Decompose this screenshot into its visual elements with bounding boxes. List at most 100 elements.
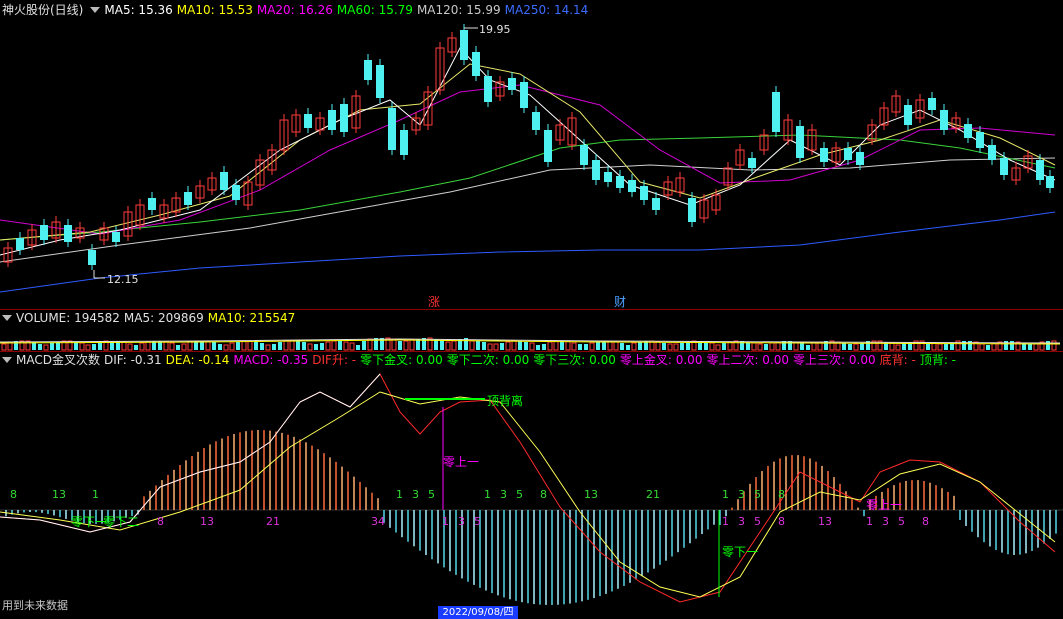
ma120-line bbox=[0, 157, 1056, 263]
volume-bar bbox=[43, 344, 49, 351]
volume-bar bbox=[139, 342, 145, 351]
volume-bar bbox=[445, 341, 451, 351]
volume-bar bbox=[176, 345, 180, 350]
volume-bar bbox=[247, 340, 253, 351]
zero-above-tag-2: 零上一 bbox=[866, 498, 903, 512]
volume-bar bbox=[638, 342, 642, 350]
candle-body bbox=[856, 152, 864, 165]
candle-body bbox=[304, 114, 312, 128]
candle-body bbox=[820, 148, 828, 162]
candle-body bbox=[232, 185, 240, 200]
magenta-count-label: 21 bbox=[266, 515, 280, 528]
volume-bar bbox=[343, 341, 349, 351]
volume-bar bbox=[620, 343, 624, 350]
volume-bar bbox=[278, 342, 282, 350]
candle-body bbox=[580, 145, 588, 165]
magenta-count-label: 5 bbox=[898, 515, 905, 528]
volume-bar bbox=[331, 340, 337, 351]
green-count-label: 3 bbox=[738, 488, 745, 501]
volume-bar bbox=[38, 344, 42, 350]
green-count-label: 8 bbox=[778, 488, 785, 501]
volume-bar bbox=[860, 343, 864, 350]
volume-bar bbox=[565, 340, 571, 351]
volume-bar bbox=[853, 343, 859, 351]
volume-bar bbox=[596, 342, 600, 350]
volume-bar bbox=[469, 340, 475, 351]
volume-bar bbox=[79, 342, 85, 351]
top-divergence-tag: 顶背离 bbox=[487, 394, 524, 408]
candle-body bbox=[544, 130, 552, 162]
volume-bar bbox=[1046, 341, 1050, 350]
magenta-count-label: 8 bbox=[157, 515, 164, 528]
volume-panel[interactable]: VOLUME: 194582 MA5: 209869 MA10: 215547 bbox=[0, 310, 1063, 352]
volume-bar bbox=[536, 345, 540, 350]
candle-body bbox=[772, 92, 780, 132]
volume-bar bbox=[236, 342, 240, 350]
volume-bar bbox=[307, 343, 313, 351]
green-count-label: 13 bbox=[584, 488, 598, 501]
volume-bar bbox=[505, 341, 511, 351]
volume-bar bbox=[169, 342, 175, 351]
price-panel[interactable]: 神火股份(日线) MA5: 15.36 MA10: 15.53 MA20: 16.26… bbox=[0, 0, 1063, 310]
magenta-count-label: 8 bbox=[922, 515, 929, 528]
volume-bar bbox=[440, 340, 444, 350]
zero-below-tag: 零下一 bbox=[71, 515, 108, 529]
volume-bar bbox=[751, 342, 757, 351]
volume-bar bbox=[398, 341, 402, 350]
volume-bar bbox=[254, 342, 258, 350]
candle-body bbox=[1046, 176, 1054, 188]
price-chart[interactable] bbox=[0, 0, 1063, 310]
volume-bar bbox=[85, 344, 91, 351]
zero-below-second-tag: 零下二 bbox=[103, 515, 140, 529]
green-count-label: 1 bbox=[722, 488, 729, 501]
macd-chart[interactable] bbox=[0, 352, 1063, 606]
event-marker-zhang[interactable]: 涨 bbox=[428, 293, 440, 310]
volume-bar bbox=[296, 341, 300, 350]
volume-bar bbox=[944, 344, 948, 350]
volume-chart[interactable] bbox=[0, 310, 1063, 352]
candle-body bbox=[904, 105, 912, 125]
candle-body bbox=[484, 76, 492, 102]
green-count-label: 8 bbox=[540, 488, 547, 501]
volume-bar bbox=[223, 344, 229, 351]
volume-bar bbox=[1, 343, 7, 351]
volume-bar bbox=[493, 343, 499, 351]
volume-bar bbox=[848, 344, 852, 350]
magenta-count-label: 5 bbox=[474, 515, 481, 528]
candle-body bbox=[400, 130, 408, 155]
candle-body bbox=[220, 172, 228, 190]
candle-body bbox=[472, 52, 480, 76]
volume-bar bbox=[187, 341, 193, 351]
volume-bar bbox=[134, 345, 138, 350]
candle-body bbox=[748, 158, 756, 168]
volume-bar bbox=[1051, 340, 1057, 351]
volume-bar bbox=[1028, 344, 1032, 350]
candle-body bbox=[988, 145, 996, 160]
magenta-count-label: 1 bbox=[722, 515, 729, 528]
candle-body bbox=[364, 60, 372, 80]
time-axis: 用到未来数据 bbox=[0, 599, 1063, 619]
candle-body bbox=[532, 112, 540, 130]
magenta-count-label: 34 bbox=[371, 515, 385, 528]
volume-bar bbox=[727, 341, 733, 351]
volume-bar bbox=[626, 345, 630, 350]
green-count-label: 21 bbox=[646, 488, 660, 501]
low-price-label: 12.15 bbox=[107, 273, 139, 286]
macd-panel[interactable]: MACD金叉次数 DIF: -0.31 DEA: -0.14 MACD: -0.35 D… bbox=[0, 352, 1063, 606]
volume-bar bbox=[260, 343, 264, 350]
green-count-label: 3 bbox=[412, 488, 419, 501]
magenta-count-label: 8 bbox=[778, 515, 785, 528]
green-count-label: 1 bbox=[484, 488, 491, 501]
magenta-count-label: 1 bbox=[442, 515, 449, 528]
volume-bar bbox=[325, 341, 331, 351]
volume-bar bbox=[806, 345, 810, 350]
volume-bar bbox=[709, 342, 715, 351]
event-marker-cai[interactable]: 财 bbox=[614, 293, 626, 310]
cursor-date: 2022/09/08/四 bbox=[438, 606, 518, 619]
candle-body bbox=[112, 232, 120, 242]
volume-bar bbox=[50, 343, 54, 350]
volume-bar bbox=[655, 341, 661, 351]
volume-bar bbox=[937, 343, 943, 351]
candle-body bbox=[64, 225, 72, 242]
volume-bar bbox=[451, 340, 457, 351]
